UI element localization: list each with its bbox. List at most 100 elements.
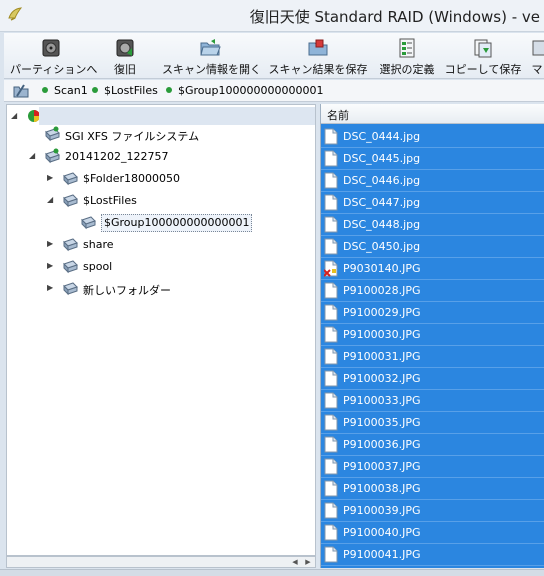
file-row[interactable]: P9030140.JPG — [321, 258, 544, 280]
file-icon — [324, 216, 338, 233]
partition-button[interactable]: パーティションへ — [10, 35, 97, 77]
tree-horizontal-scrollbar[interactable]: ◀ ▶ — [6, 556, 316, 568]
file-row[interactable]: P9100031.JPG — [321, 346, 544, 368]
collapsed-arrow-icon[interactable]: ▶ — [47, 173, 57, 183]
file-row[interactable]: P9100040.JPG — [321, 522, 544, 544]
root-selection-bar — [39, 107, 315, 125]
folder-open-icon — [200, 39, 221, 56]
file-row[interactable]: DSC_0445.jpg — [321, 148, 544, 170]
file-icon — [324, 238, 338, 255]
drive-icon — [45, 148, 60, 164]
open-scan-info-button[interactable]: スキャン情報を開く — [162, 35, 261, 77]
file-name: P9100036.JPG — [343, 438, 421, 451]
file-row[interactable]: DSC_0448.jpg — [321, 214, 544, 236]
tree-node-label: 新しいフォルダー — [83, 284, 171, 297]
tree-node-new-folder[interactable]: ▶ 新しいフォルダー — [47, 279, 307, 299]
title-bar: 復旧天使 Standard RAID (Windows) - ve — [0, 0, 544, 32]
more-icon — [532, 40, 544, 56]
file-row[interactable]: P9100030.JPG — [321, 324, 544, 346]
copy-save-button[interactable]: コピーして保存 — [444, 35, 522, 77]
file-icon — [324, 304, 338, 321]
file-list[interactable]: 名前 DSC_0444.jpg DSC_0445.jpg DSC_0446.jpg D… — [320, 104, 544, 568]
select-define-icon — [399, 38, 415, 58]
file-row[interactable]: P9100038.JPG — [321, 478, 544, 500]
file-name: P9100029.JPG — [343, 306, 421, 319]
tree-node-xfs[interactable]: SGI XFS ファイルシステム — [29, 125, 309, 145]
file-row[interactable]: DSC_0447.jpg — [321, 192, 544, 214]
save-scan-result-button[interactable]: スキャン結果を保存 — [266, 35, 370, 77]
collapsed-arrow-icon[interactable]: ▶ — [47, 283, 57, 293]
file-row[interactable]: P9100036.JPG — [321, 434, 544, 456]
folder-save-icon — [308, 39, 328, 56]
expanded-arrow-icon[interactable]: ◢ — [11, 111, 21, 121]
disk-icon — [42, 39, 60, 57]
define-selection-button[interactable]: 選択の定義 — [374, 35, 440, 77]
file-icon — [324, 348, 338, 365]
file-icon — [324, 546, 338, 563]
recover-button[interactable]: 復旧 — [100, 35, 150, 77]
tree-node-label: $LostFiles — [83, 194, 137, 207]
file-name: P9100028.JPG — [343, 284, 421, 297]
tree-node-label: spool — [83, 260, 113, 273]
file-row[interactable]: P9100029.JPG — [321, 302, 544, 324]
drive-icon — [63, 194, 78, 208]
tree-node-label: 20141202_122757 — [65, 150, 169, 163]
file-name: DSC_0450.jpg — [343, 240, 421, 253]
file-row[interactable]: P9100028.JPG — [321, 280, 544, 302]
more-button[interactable]: マ — [530, 35, 544, 77]
file-row[interactable]: P9100039.JPG — [321, 500, 544, 522]
file-name: P9100035.JPG — [343, 416, 421, 429]
save-scan-result-label: スキャン結果を保存 — [268, 63, 368, 76]
scroll-right-icon[interactable]: ▶ — [302, 557, 314, 567]
open-scan-info-label: スキャン情報を開く — [162, 63, 261, 76]
expanded-arrow-icon[interactable]: ◢ — [47, 195, 57, 205]
file-icon — [324, 480, 338, 497]
file-name: P9100037.JPG — [343, 460, 421, 473]
tree-node-lostfiles[interactable]: ◢ $LostFiles — [47, 191, 307, 211]
file-row[interactable]: P9100037.JPG — [321, 456, 544, 478]
file-row[interactable]: P9100032.JPG — [321, 368, 544, 390]
file-row[interactable]: DSC_0450.jpg — [321, 236, 544, 258]
expanded-arrow-icon[interactable]: ◢ — [29, 151, 39, 161]
tree-node-share[interactable]: ▶ share — [47, 235, 307, 255]
collapsed-arrow-icon[interactable]: ▶ — [47, 239, 57, 249]
file-row[interactable]: DSC_0444.jpg — [321, 126, 544, 148]
tree-node-group[interactable]: $Group100000000000001 — [65, 213, 305, 233]
tree-node-spool[interactable]: ▶ spool — [47, 257, 307, 277]
window-title: 復旧天使 Standard RAID (Windows) - ve — [249, 8, 540, 26]
more-button-label: マ — [531, 63, 543, 76]
file-row[interactable]: P9100041.JPG — [321, 544, 544, 566]
file-icon — [324, 128, 338, 145]
file-name: DSC_0448.jpg — [343, 218, 421, 231]
toolbar: パーティションへ 復旧 スキャン情報を開く スキャン結果を保存 選択の定義 コピ… — [4, 33, 544, 79]
file-icon — [324, 436, 338, 453]
column-header-name[interactable]: 名前 — [321, 104, 544, 124]
status-dot-icon — [92, 87, 98, 93]
tree-root[interactable]: ◢ — [11, 107, 315, 127]
tree-node-20141202[interactable]: ◢ 20141202_122757 — [29, 147, 309, 167]
file-row[interactable]: DSC_0446.jpg — [321, 170, 544, 192]
file-icon — [324, 326, 338, 343]
breadcrumb-scan[interactable]: Scan1 — [42, 84, 88, 97]
file-row[interactable]: P9100035.JPG — [321, 412, 544, 434]
breadcrumb-lostfiles[interactable]: $LostFiles — [92, 84, 158, 97]
recover-button-label: 復旧 — [114, 63, 136, 76]
file-name: P9100031.JPG — [343, 350, 421, 363]
file-name: DSC_0446.jpg — [343, 174, 421, 187]
drive-icon — [63, 260, 78, 274]
collapsed-arrow-icon[interactable]: ▶ — [47, 261, 57, 271]
file-icon — [324, 282, 338, 299]
file-row[interactable]: P9100033.JPG — [321, 390, 544, 412]
file-icon — [324, 194, 338, 211]
drive-icon — [81, 216, 96, 230]
status-dot-icon — [42, 87, 48, 93]
copy-save-label: コピーして保存 — [444, 63, 522, 76]
file-icon — [324, 502, 338, 519]
scroll-left-icon[interactable]: ◀ — [289, 557, 301, 567]
breadcrumb-group[interactable]: $Group100000000000001 — [166, 84, 323, 97]
tree-node-folder18000050[interactable]: ▶ $Folder18000050 — [47, 169, 307, 189]
app-angel-icon — [8, 7, 23, 21]
folder-tree[interactable]: ◢ SGI XFS ファイルシステム ◢ 20141202_122757 ▶ $… — [6, 104, 316, 556]
define-selection-label: 選択の定義 — [379, 63, 435, 76]
file-icon — [324, 458, 338, 475]
